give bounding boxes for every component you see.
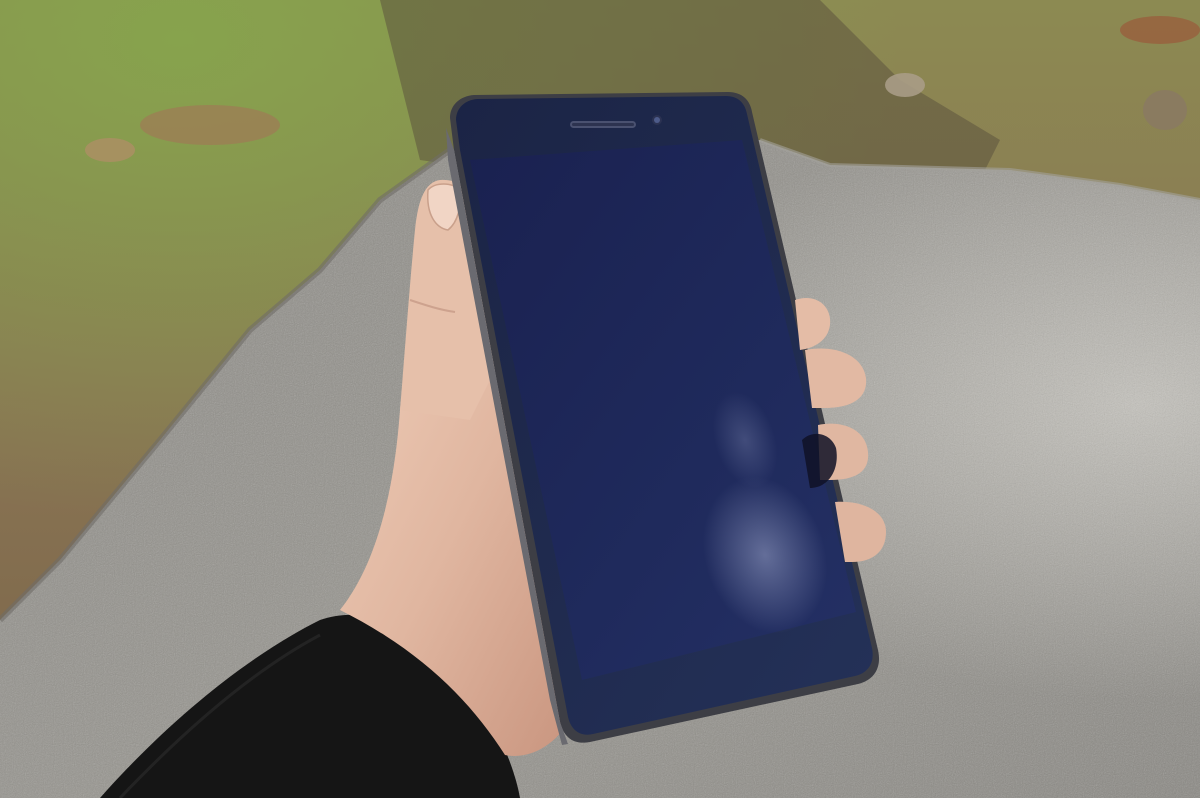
earpiece-grille-icon xyxy=(570,121,636,128)
front-camera-icon xyxy=(652,115,662,125)
photo-scene xyxy=(0,0,1200,798)
scene-illustration xyxy=(0,0,1200,798)
